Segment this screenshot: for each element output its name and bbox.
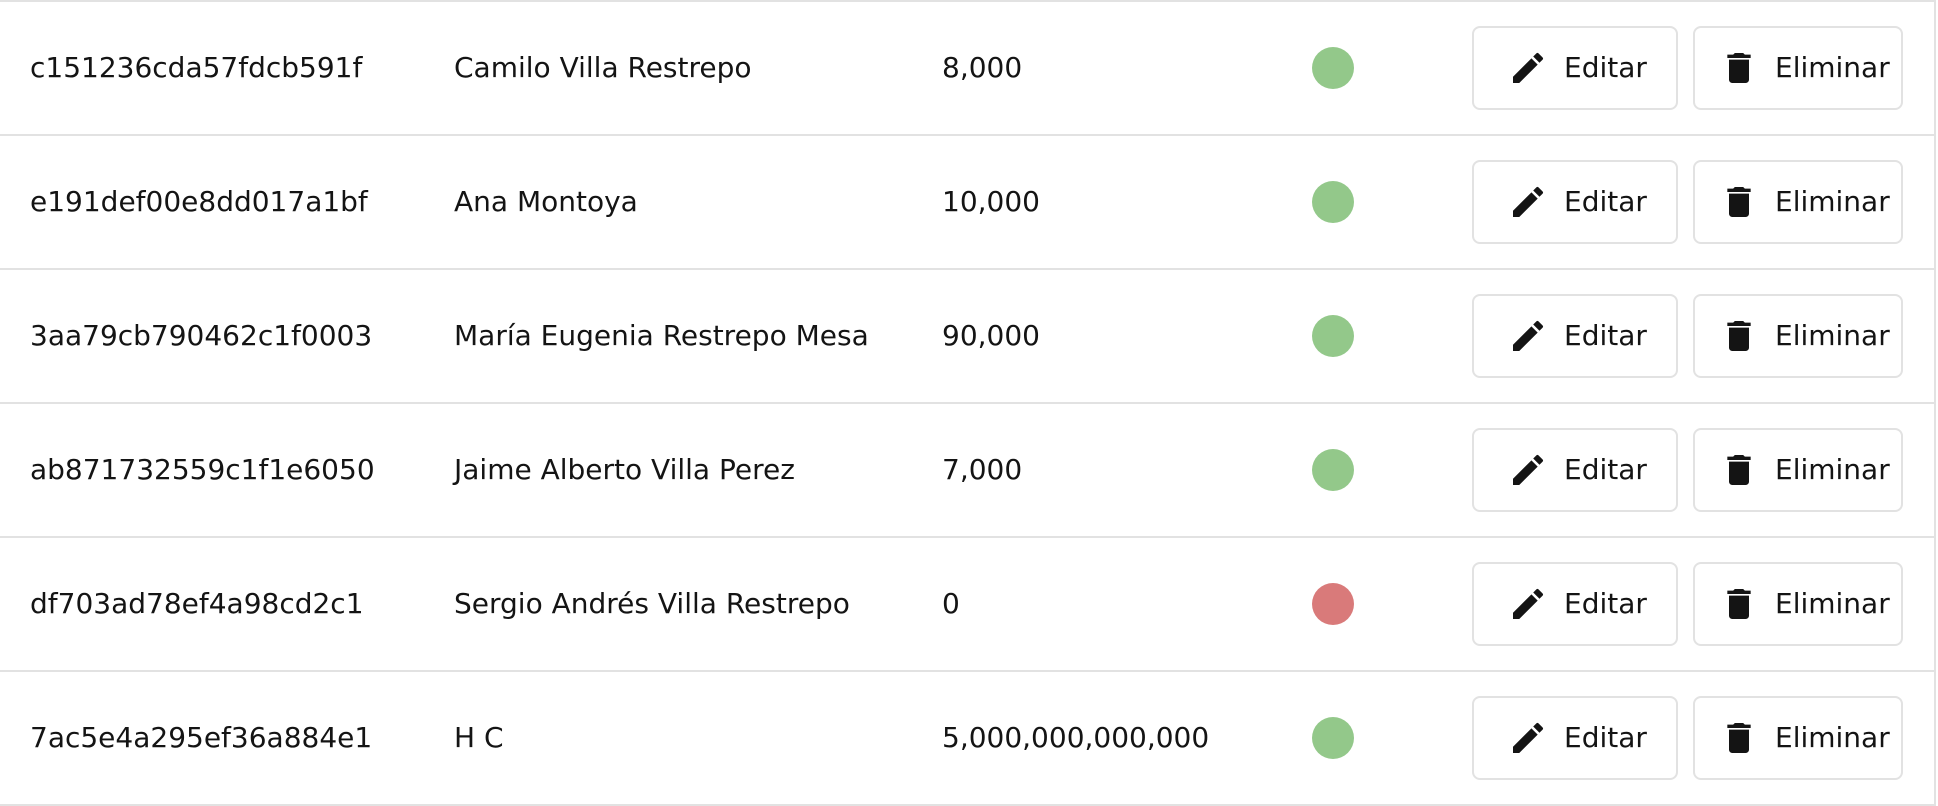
pencil-icon	[1508, 450, 1548, 490]
status-indicator	[1312, 47, 1354, 89]
delete-button[interactable]: Eliminar	[1693, 160, 1903, 244]
row-amount: 8,000	[942, 51, 1023, 84]
delete-button[interactable]: Eliminar	[1693, 696, 1903, 780]
row-name: Camilo Villa Restrepo	[454, 51, 752, 84]
table-row: c151236cda57fdcb591f Camilo Villa Restre…	[0, 2, 1936, 136]
trash-icon	[1719, 182, 1759, 222]
row-id: df703ad78ef4a98cd2c1	[30, 587, 364, 620]
row-name: Jaime Alberto Villa Perez	[454, 453, 795, 486]
edit-button-label: Editar	[1564, 453, 1647, 486]
pencil-icon	[1508, 182, 1548, 222]
edit-button[interactable]: Editar	[1472, 428, 1678, 512]
table-row: df703ad78ef4a98cd2c1 Sergio Andrés Villa…	[0, 538, 1936, 672]
row-name: Ana Montoya	[454, 185, 638, 218]
pencil-icon	[1508, 48, 1548, 88]
edit-button[interactable]: Editar	[1472, 26, 1678, 110]
delete-button[interactable]: Eliminar	[1693, 562, 1903, 646]
row-id: 3aa79cb790462c1f0003	[30, 319, 373, 352]
table-row: 7ac5e4a295ef36a884e1 H C 5,000,000,000,0…	[0, 672, 1936, 806]
row-name: María Eugenia Restrepo Mesa	[454, 319, 869, 352]
edit-button-label: Editar	[1564, 185, 1647, 218]
edit-button[interactable]: Editar	[1472, 696, 1678, 780]
status-indicator	[1312, 181, 1354, 223]
delete-button-label: Eliminar	[1775, 587, 1890, 620]
row-id: ab871732559c1f1e6050	[30, 453, 375, 486]
table-row: e191def00e8dd017a1bf Ana Montoya 10,000 …	[0, 136, 1936, 270]
edit-button-label: Editar	[1564, 51, 1647, 84]
pencil-icon	[1508, 316, 1548, 356]
trash-icon	[1719, 316, 1759, 356]
status-indicator	[1312, 717, 1354, 759]
trash-icon	[1719, 48, 1759, 88]
row-amount: 90,000	[942, 319, 1040, 352]
status-indicator	[1312, 315, 1354, 357]
table-row: ab871732559c1f1e6050 Jaime Alberto Villa…	[0, 404, 1936, 538]
edit-button[interactable]: Editar	[1472, 160, 1678, 244]
table-row: 3aa79cb790462c1f0003 María Eugenia Restr…	[0, 270, 1936, 404]
row-id: c151236cda57fdcb591f	[30, 51, 363, 84]
row-amount: 5,000,000,000,000	[942, 721, 1210, 754]
delete-button[interactable]: Eliminar	[1693, 428, 1903, 512]
delete-button-label: Eliminar	[1775, 721, 1890, 754]
delete-button-label: Eliminar	[1775, 185, 1890, 218]
row-amount: 7,000	[942, 453, 1023, 486]
row-name: H C	[454, 721, 504, 754]
status-indicator	[1312, 583, 1354, 625]
row-name: Sergio Andrés Villa Restrepo	[454, 587, 850, 620]
pencil-icon	[1508, 718, 1548, 758]
trash-icon	[1719, 450, 1759, 490]
row-amount: 10,000	[942, 185, 1040, 218]
delete-button-label: Eliminar	[1775, 51, 1890, 84]
row-id: e191def00e8dd017a1bf	[30, 185, 368, 218]
delete-button-label: Eliminar	[1775, 319, 1890, 352]
pencil-icon	[1508, 584, 1548, 624]
edit-button-label: Editar	[1564, 587, 1647, 620]
row-id: 7ac5e4a295ef36a884e1	[30, 721, 373, 754]
edit-button[interactable]: Editar	[1472, 294, 1678, 378]
status-indicator	[1312, 449, 1354, 491]
edit-button[interactable]: Editar	[1472, 562, 1678, 646]
delete-button[interactable]: Eliminar	[1693, 294, 1903, 378]
delete-button[interactable]: Eliminar	[1693, 26, 1903, 110]
row-amount: 0	[942, 587, 960, 620]
trash-icon	[1719, 584, 1759, 624]
edit-button-label: Editar	[1564, 319, 1647, 352]
users-table: c151236cda57fdcb591f Camilo Villa Restre…	[0, 0, 1936, 806]
edit-button-label: Editar	[1564, 721, 1647, 754]
delete-button-label: Eliminar	[1775, 453, 1890, 486]
trash-icon	[1719, 718, 1759, 758]
